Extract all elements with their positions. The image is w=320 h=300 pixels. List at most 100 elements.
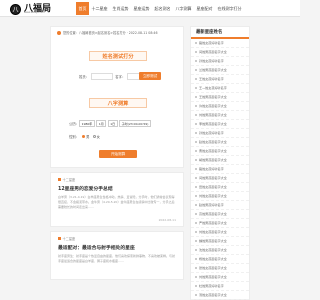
bullet-icon [195, 231, 197, 233]
sidebar-link[interactable]: 王姓男孩起名字大全 [191, 93, 249, 102]
sidebar-link-label: 许姓女孩起名字大全 [199, 104, 227, 108]
sidebar-link[interactable]: 刘姓女孩起名字大全 [191, 228, 249, 237]
sidebar-link-label: 刘姓男孩起名字大全 [199, 275, 227, 279]
sidebar-link-label: 胡姓男孩起名字大全 [199, 158, 227, 162]
sidebar-link[interactable]: 沈姓女孩起名字大全 [191, 246, 249, 255]
sidebar-link[interactable]: 赵姓女孩起名字大全 [191, 138, 249, 147]
bullet-icon [195, 69, 197, 71]
home-icon [57, 31, 61, 35]
sidebar-link-label: 曹姓女孩起名字大全 [199, 149, 227, 153]
bullet-icon [195, 132, 197, 134]
sidebar-link-label: 张姓女孩起名字大全 [199, 266, 227, 270]
gender-male-label: 男 [86, 135, 90, 139]
article-meta: 十二星座 [58, 236, 176, 241]
sidebar-link[interactable]: 赵姓男孩好听名字 [191, 201, 249, 210]
sidebar-link[interactable]: 许姓女孩起名字大全 [191, 102, 249, 111]
nav-shengxiao[interactable]: 生肖运势 [110, 2, 131, 15]
sidebar-link[interactable]: 田姓女孩起名字大全 [191, 183, 249, 192]
sidebar-link[interactable]: 汤姓女孩起名字大全 [191, 291, 249, 300]
nav-zodiac[interactable]: 十二星座 [89, 2, 110, 15]
sidebar-link[interactable]: 孙姓女孩好听名字 [191, 57, 249, 66]
category-icon [58, 178, 61, 181]
breadcrumb: 您的位置：八福局首页>起名测名>姓名打分 · 2022-08-11 08:46 [51, 27, 183, 39]
gender-female-label: 女 [96, 135, 100, 139]
bullet-icon [195, 195, 197, 197]
sidebar-link[interactable]: 王—姓女孩好听名字 [191, 84, 249, 93]
bullet-icon [195, 204, 197, 206]
surname-input[interactable] [91, 73, 114, 80]
bullet-icon [195, 51, 197, 53]
bullet-icon [195, 186, 197, 188]
bullet-icon [195, 168, 197, 170]
sidebar-link[interactable]: 杜姓男孩好听名字 [191, 282, 249, 291]
sidebar-link-label: 闫姓男孩起名字大全 [199, 176, 227, 180]
article-title[interactable]: 12星座男的恋爱分手总结 [58, 185, 176, 192]
sidebar-link[interactable]: 路姓女孩好听名字 [191, 165, 249, 174]
sidebar-link-label: 王姓男孩起名字大全 [199, 95, 227, 99]
article-category: 十二星座 [62, 237, 76, 241]
sidebar-link[interactable]: 路姓女孩好听名字 [191, 39, 249, 48]
bullet-icon [195, 159, 197, 161]
bullet-icon [195, 96, 197, 98]
nav-match[interactable]: 星座配对 [194, 2, 215, 15]
birth-label: 公历： [69, 122, 80, 126]
article-meta: 十二星座 [58, 177, 176, 182]
sidebar-link[interactable]: 闫姓男孩起名字大全 [191, 48, 249, 57]
sidebar-link[interactable]: 王姓女孩好听名字 [191, 75, 249, 84]
nav-horoscope[interactable]: 星座运势 [131, 2, 152, 15]
article-excerpt: 射手座男生：射手座是个热爱自由的星座，他们喜欢探索新鲜事物，不喜欢被束缚。与射手… [58, 254, 176, 264]
nav-bazi[interactable]: 八字测算 [173, 2, 194, 15]
sidebar-link[interactable]: 高姓男孩起名字大全 [191, 210, 249, 219]
sidebar-link[interactable]: 魏姓男孩起名字大全 [191, 237, 249, 246]
bullet-icon [195, 222, 197, 224]
sidebar-link[interactable]: 刘姓男孩起名字大全 [191, 111, 249, 120]
gender-male-radio[interactable] [82, 135, 86, 138]
bullet-icon [195, 123, 197, 125]
sidebar-link-label: 王—姓女孩好听名字 [199, 86, 227, 90]
article-category: 十二星座 [62, 178, 76, 182]
top-bar: 八 八福局 www.bafuju.com 首页 十二星座 生肖运势 星座运势 起… [0, 0, 300, 17]
nav-home[interactable]: 首页 [76, 2, 89, 15]
article-date: 2022-08-11 [158, 218, 176, 222]
bullet-icon [195, 105, 197, 107]
bullet-icon [195, 114, 197, 116]
nav-score[interactable]: 在线测字打分 [215, 2, 244, 15]
bazi-submit-button[interactable]: 开始测算 [99, 150, 137, 158]
sidebar-link-label: 高姓男孩起名字大全 [199, 212, 227, 216]
year-select[interactable]: 1980年 [79, 120, 95, 127]
sidebar-link[interactable]: 兰姓男孩起名字大全 [191, 66, 249, 75]
month-select[interactable]: 1月 [96, 120, 107, 127]
day-select[interactable]: 1日 [107, 120, 118, 127]
bullet-icon [195, 240, 197, 242]
logo-domain: www.bafuju.com [24, 11, 45, 14]
bullet-icon [195, 60, 197, 62]
article-title[interactable]: 最适配对：最适合与射手相处的星座 [58, 244, 176, 251]
sidebar-link[interactable]: 刘姓男孩起名字大全 [191, 273, 249, 282]
article-card[interactable]: 十二星座 最适配对：最适合与射手相处的星座 射手座男生：射手座是个热爱自由的星座… [50, 231, 184, 280]
hour-select[interactable]: 子时(23:00-00:59) [119, 120, 151, 127]
sidebar-link[interactable]: 孙姓女孩好听名字 [191, 129, 249, 138]
sidebar-link-label: 刘姓女孩起名字大全 [199, 194, 227, 198]
gender-female-radio[interactable] [92, 135, 96, 138]
nav-naming[interactable]: 起名测名 [152, 2, 173, 15]
sidebar-link[interactable]: 杨姓女孩起名字大全 [191, 255, 249, 264]
sidebar-link[interactable]: 胡姓男孩起名字大全 [191, 156, 249, 165]
name-test-button[interactable]: 立即测试 [139, 72, 161, 80]
bullet-icon [195, 78, 197, 80]
sidebar-link[interactable]: 严姓男孩起名字大全 [191, 219, 249, 228]
sidebar-link[interactable]: 曹姓女孩起名字大全 [191, 147, 249, 156]
sidebar-link[interactable]: 李姓男孩起名字大全 [191, 120, 249, 129]
sidebar-link[interactable]: 闫姓男孩起名字大全 [191, 174, 249, 183]
sidebar-link-label: 孙姓女孩好听名字 [199, 131, 224, 135]
bazi-title: 八字测算 [89, 98, 147, 108]
sidebar-link-label: 兰姓男孩起名字大全 [199, 68, 227, 72]
bullet-icon [195, 285, 197, 287]
name-test-title: 姓名测试打分 [89, 51, 147, 61]
sidebar-link[interactable]: 张姓女孩起名字大全 [191, 264, 249, 273]
article-card[interactable]: 十二星座 12星座男的恋爱分手总结 白羊男（3.21-4.19）白羊座男生性格冲… [50, 172, 184, 227]
sidebar-link-label: 杨姓女孩起名字大全 [199, 257, 227, 261]
sidebar-title: 最新星座姓名 [191, 27, 249, 39]
sidebar-link[interactable]: 刘姓女孩起名字大全 [191, 192, 249, 201]
sidebar-link-label: 汤姓女孩起名字大全 [199, 293, 227, 297]
surname-label: 姓氏： [79, 75, 90, 79]
